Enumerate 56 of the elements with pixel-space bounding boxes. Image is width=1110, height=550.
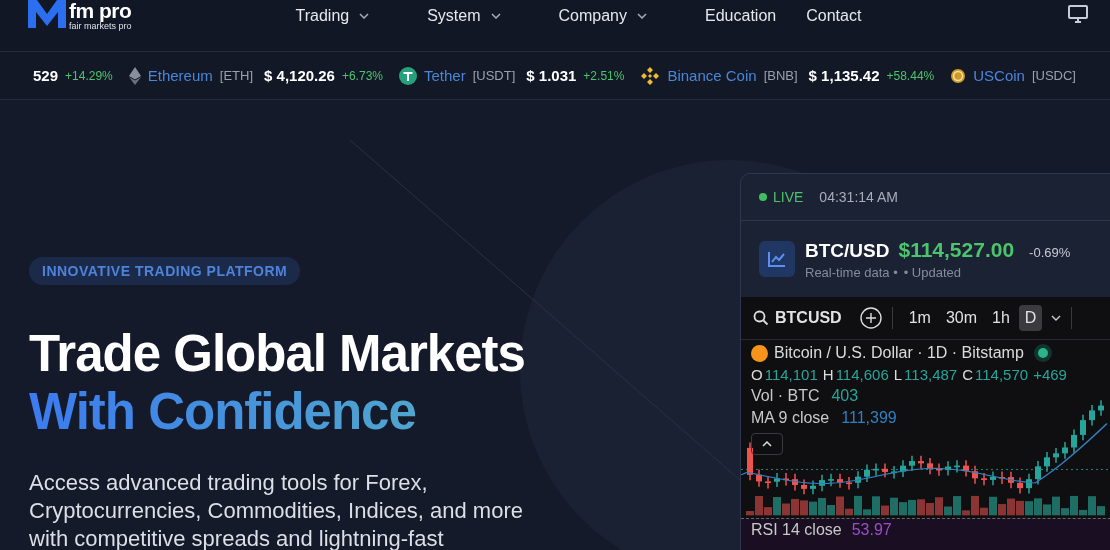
price-change: +58.44% [886,68,935,83]
ohlc-label: H [822,366,834,383]
indicator-value: 403 [831,387,859,405]
nav-menu-link[interactable]: System [427,6,527,26]
timeframe-tab[interactable]: 1m [902,305,937,331]
nav-menu-link[interactable]: Company [558,6,673,26]
hero-title: Trade Global Markets [29,325,525,383]
indicator-value: 111,399 [841,409,897,427]
timeframe-tab[interactable]: 1h [986,305,1016,331]
current-price: $114,527.00 [898,238,1015,262]
ohlc-label: L [893,366,903,383]
symbol-label[interactable]: BTCUSD [775,309,842,327]
hero-description: Cryptocurrencies, Commodities, Indices, and more [29,497,523,525]
chart-symbol-title: Bitcoin / U.S. Dollar · 1D · Bitstamp [774,344,1024,362]
clock-time: 04:31:14 AM [819,189,898,205]
ohlc-label: O [751,366,763,383]
nav-link[interactable]: Education [705,6,777,26]
ohlc-value: 114,570 [975,366,1029,383]
price-change: +2.51% [583,68,625,83]
timeframe-tab[interactable]: 30m [939,305,984,331]
coin-symbol: [BNB] [763,68,798,83]
ohlc-value: 114,606 [835,366,889,383]
indicator-name: MA 9 close [751,409,830,427]
nav-link[interactable]: Contact [806,6,862,26]
ohlc-value: 114,101 [764,366,818,383]
logo-brand: fm pro [69,1,132,21]
data-note: Real-time data • [805,265,898,280]
ohlc-label: C [962,366,974,383]
coin-price: $ 1,135.42 [808,67,880,84]
indicator-name: Vol · BTC [751,387,820,405]
price-change: -0.69% [1029,245,1071,260]
coin-price: 529 [33,67,59,84]
ohlc-value: 113,487 [904,366,958,383]
pair-name: BTC/USD [805,240,890,262]
coin-name[interactable]: USCoin [973,67,1025,84]
coin-name[interactable]: Tether [424,67,466,84]
coin-symbol: [ETH] [219,68,254,83]
ohlc-change: +469 [1033,366,1067,383]
price-change: +14.29% [65,68,113,83]
coin-name[interactable]: Ethereum [147,67,213,84]
coin-price: $ 1.031 [526,67,577,84]
live-label: LIVE [773,189,804,205]
update-note: • Updated [903,265,962,280]
price-change: +6.73% [341,68,383,83]
hero-description: with competitive spreads and lightning-fast [29,525,445,550]
coin-symbol: [USDT] [472,68,516,83]
tagline-badge: INNOVATIVE TRADING PLATFORM [29,257,301,285]
timeframe-tab[interactable]: D [1018,305,1043,331]
nav-menu-link[interactable]: Trading [295,6,396,26]
indicator-name: RSI 14 close [751,521,842,539]
coin-symbol: [USDC] [1031,68,1076,83]
coin-name[interactable]: Binance Coin [667,67,757,84]
hero-description: Access advanced trading tools for Forex, [29,469,429,497]
coin-price: $ 4,120.26 [264,67,335,84]
indicator-value: 53.97 [851,521,892,539]
logo-tagline: fair markets pro [69,21,132,31]
